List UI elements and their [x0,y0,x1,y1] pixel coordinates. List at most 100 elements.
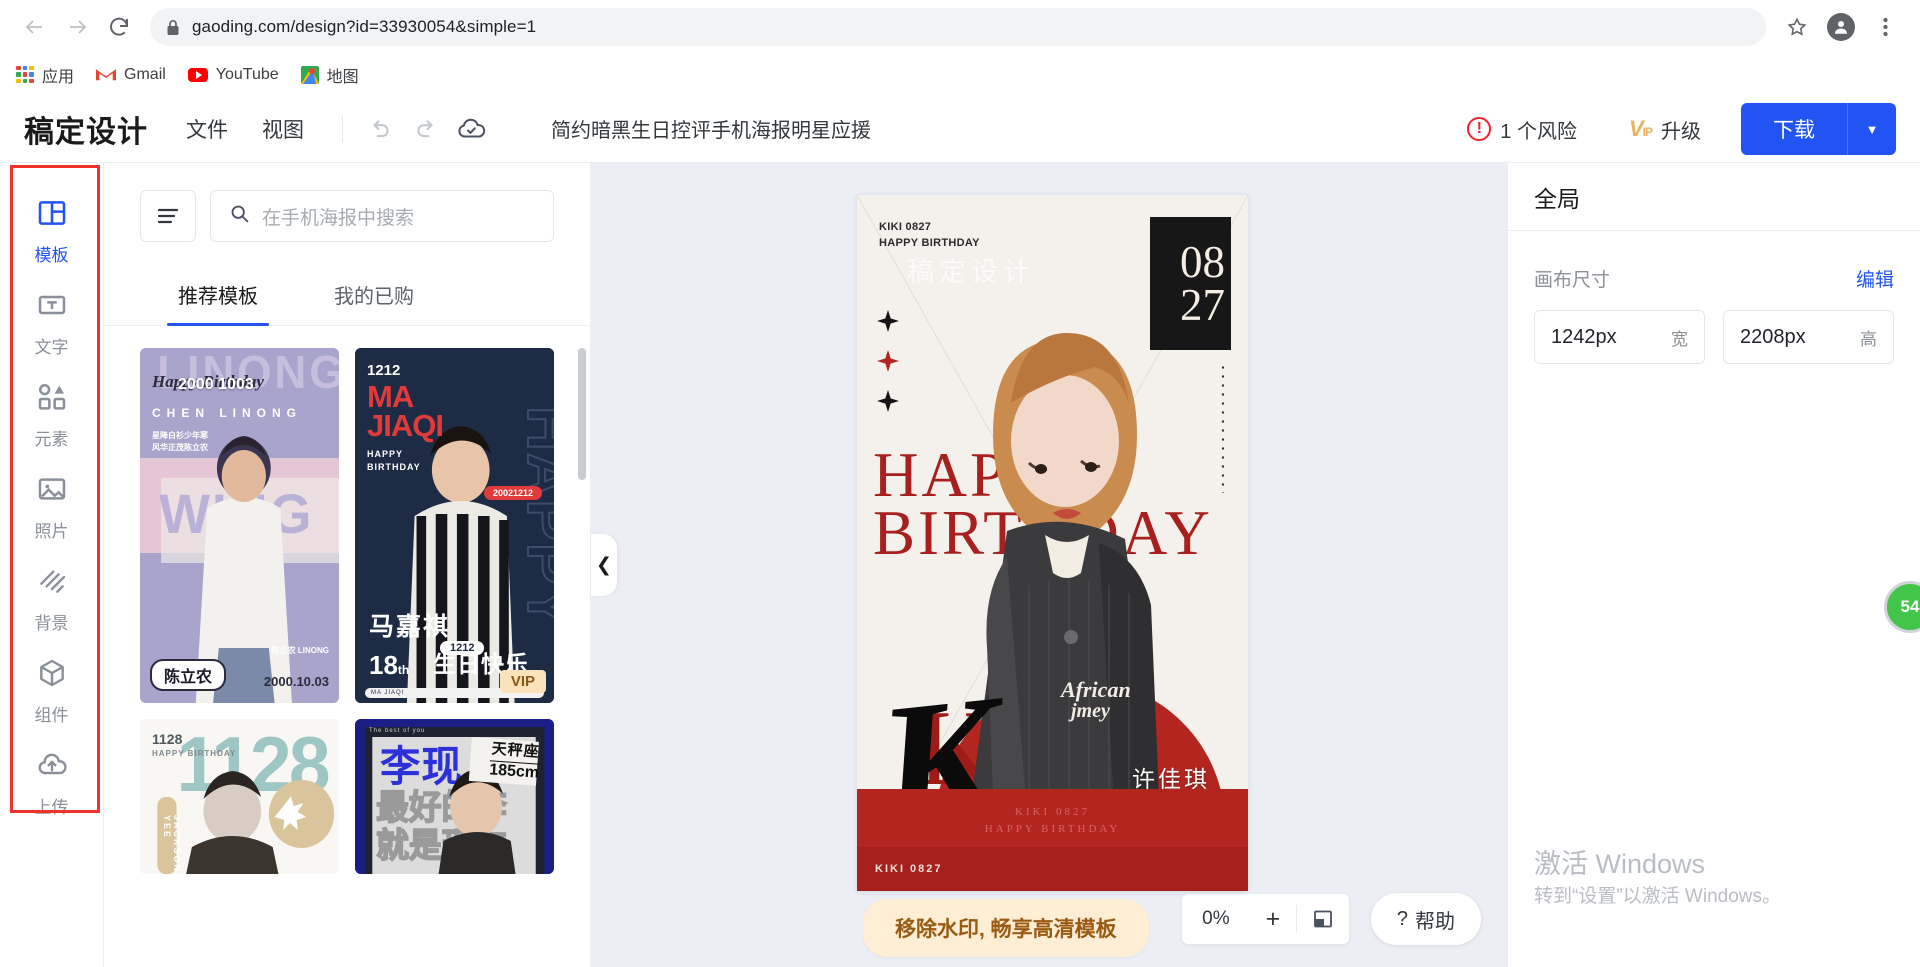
canvas-area[interactable]: KIKI 0827 HAPPY BIRTHDAY 稿定设计 08 27 HAPP… [591,163,1507,967]
poster-date-month: 08 [1180,236,1225,287]
template-tag-height: 185cm [488,760,540,783]
canvas-width-unit: 宽 [1671,329,1688,349]
sidebar-item-upload[interactable]: 上传 [0,737,103,829]
upgrade-label: 升级 [1661,120,1701,143]
bookmark-label: YouTube [215,65,279,83]
undo-icon[interactable] [357,106,403,152]
tab-recommended[interactable]: 推荐模板 [140,272,296,326]
watermark-promo-tip[interactable]: 移除水印, 畅享高清模板 [863,899,1149,957]
youtube-icon [187,67,208,82]
forward-arrow-icon[interactable] [58,8,96,46]
cloud-saved-icon[interactable] [449,106,495,152]
poster-canvas[interactable]: KIKI 0827 HAPPY BIRTHDAY 稿定设计 08 27 HAPP… [857,195,1248,891]
canvas-width-input[interactable]: 1242px 宽 [1534,310,1705,364]
bookmarks-bar: 应用 Gmail YouTube 地图 [0,54,1920,95]
poster-footer-small: KIKI 0827 HAPPY BIRTHDAY [984,805,1121,836]
svg-text:African: African [1059,677,1131,702]
question-mark-icon: ? [1396,907,1408,930]
download-button[interactable]: 下载 [1741,103,1847,155]
three-dot-menu-icon[interactable] [1866,8,1904,46]
photo-icon [36,473,68,510]
svg-text:jmey: jmey [1068,700,1110,722]
sidebar-item-text[interactable]: 文字 [0,277,103,369]
maps-icon [300,65,319,84]
exclamation-circle-icon: ! [1467,117,1492,141]
tab-purchased[interactable]: 我的已购 [296,272,452,325]
windows-activation-watermark: 激活 Windows 转到“设置”以激活 Windows。 [1534,846,1781,911]
bookmark-maps[interactable]: 地图 [300,63,359,87]
chevron-left-icon: ❮ [596,554,612,576]
address-bar[interactable]: gaoding.com/design?id=33930054&simple=1 [150,8,1766,46]
panel-collapse-handle[interactable]: ❮ [591,534,617,596]
template-sub-en: CHEN LINONG [152,406,302,420]
sidebar-label: 上传 [34,797,69,817]
profile-avatar-icon[interactable] [1822,8,1860,46]
download-dropdown-icon[interactable]: ▼ [1848,103,1896,155]
sidebar-item-background[interactable]: 背景 [0,553,103,645]
template-card[interactable]: 李现 最好的李 就是现在 天秤座 185cm The best of you [355,719,554,874]
bookmark-label: 应用 [42,68,75,86]
poster-kiki-label: KIKI 0827 HAPPY BIRTHDAY [879,221,980,249]
windows-activation-sub: 转到“设置”以激活 Windows。 [1534,885,1782,907]
poster-footer-band: KIKI 0827 [857,847,1248,891]
bookmark-youtube[interactable]: YouTube [187,65,279,84]
header-right: ! 1 个风险 V IP 升级 下载 ▼ [1467,95,1896,163]
help-label: 帮助 [1415,910,1455,933]
reload-icon[interactable] [100,8,138,46]
cloud-upload-icon [36,749,68,786]
template-card[interactable]: 1128 1128 HAPPY BIRTHDAY JACKSON YEE [140,719,339,874]
zoom-in-button[interactable]: + [1250,905,1296,934]
app-logo[interactable]: 稿定设计 [24,107,148,151]
sidebar-label: 照片 [34,521,69,541]
canvas-height-input[interactable]: 2208px 高 [1723,310,1894,364]
template-side-en: JACKSON YEE [162,815,182,874]
vip-badge: VIP [499,670,546,693]
bookmark-apps[interactable]: 应用 [16,63,74,87]
template-card[interactable]: LINONG WING Happy Birthday 2000 10 [140,348,339,703]
template-date: 2000.10.03 [263,674,329,689]
sidebar-label: 背景 [34,613,69,633]
template-num: 1128 [152,731,183,747]
template-date-tag: 20021212 [483,486,542,500]
help-button[interactable]: ? 帮助 [1370,893,1481,945]
zoom-value[interactable]: 0% [1182,908,1250,930]
bookmark-label: 地图 [326,68,359,86]
document-title[interactable]: 简约暗黑生日控评手机海报明星应援 [551,114,871,143]
menu-file[interactable]: 文件 [186,114,228,144]
floating-counter-badge[interactable]: 54 [1884,581,1920,633]
canvas-bottom-toolbar: 0% + ? 帮助 [1181,893,1481,945]
download-button-group: 下载 ▼ [1741,103,1896,155]
vip-icon: V IP [1628,116,1653,141]
edit-canvas-size-link[interactable]: 编辑 [1856,265,1894,292]
sidebar-label: 组件 [34,705,69,725]
sidebar-item-template[interactable]: 模板 [0,185,103,277]
template-search-row: 在手机海报中搜索 [104,163,590,242]
browser-toolbar: gaoding.com/design?id=33930054&simple=1 [0,0,1920,54]
redo-icon[interactable] [403,106,449,152]
bookmark-gmail[interactable]: Gmail [96,66,166,84]
menu-view[interactable]: 视图 [262,114,304,144]
hamburger-filter-icon[interactable] [140,190,196,242]
template-card[interactable]: HAPPY 1212 MA JIAQI HAPPY BIRTHDAY 20021… [355,348,554,703]
svg-text:HAPPY: HAPPY [515,406,554,630]
upgrade-button[interactable]: V IP 升级 [1629,115,1701,144]
bookmark-star-icon[interactable] [1778,8,1816,46]
right-properties-panel: 全局 画布尺寸 编辑 1242px 宽 2208px 高 54 激活 Windo… [1507,163,1920,967]
windows-activation-title: 激活 Windows [1534,849,1706,880]
sidebar-item-element[interactable]: 元素 [0,369,103,461]
search-icon [229,203,250,229]
template-small-en: The best of you [369,728,426,734]
svg-text:李现: 李现 [380,743,463,790]
fit-to-screen-icon[interactable] [1297,909,1349,929]
template-panel-scrollbar[interactable] [578,348,586,480]
background-stripes-icon [36,565,68,602]
sidebar-item-component[interactable]: 组件 [0,645,103,737]
search-input[interactable]: 在手机海报中搜索 [210,190,554,242]
browser-chrome: gaoding.com/design?id=33930054&simple=1 [0,0,1920,95]
risk-indicator[interactable]: ! 1 个风险 [1467,115,1577,144]
sidebar-item-photo[interactable]: 照片 [0,461,103,553]
canvas-height-value: 2208px [1740,325,1806,348]
toolbar-right-icons [1778,8,1904,46]
cube-component-icon [36,657,68,694]
back-arrow-icon[interactable] [16,8,54,46]
